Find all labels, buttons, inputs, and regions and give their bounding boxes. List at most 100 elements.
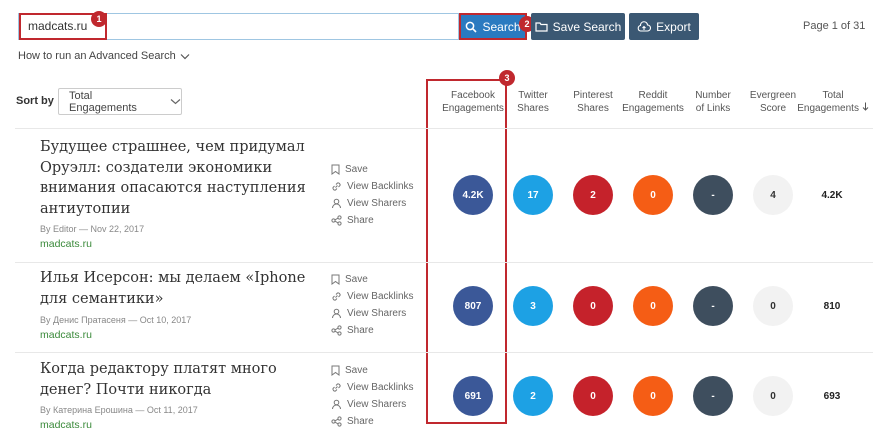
number-of-links-value: -	[693, 286, 733, 326]
total-engagements-value: 693	[823, 391, 841, 402]
save-action[interactable]: Save	[331, 362, 414, 379]
row-divider	[15, 352, 873, 353]
save-action[interactable]: Save	[331, 271, 414, 288]
row-divider	[15, 128, 873, 129]
reddit-engagements-value: 0	[633, 286, 673, 326]
view-backlinks-label: View Backlinks	[347, 181, 414, 192]
column-header-line: Number	[695, 90, 731, 101]
column-header-twitter[interactable]: Twitter Shares	[500, 89, 566, 115]
share-icon	[331, 215, 342, 226]
folder-icon	[535, 22, 548, 32]
evergreen-score-value: 0	[753, 286, 793, 326]
article-title-line: Будущее страшнее, чем придумал	[40, 139, 305, 155]
article-title-line: для семантики»	[40, 290, 164, 307]
article-domain[interactable]: madcats.ru	[40, 329, 92, 341]
arrow-down-icon	[862, 102, 869, 111]
save-search-button[interactable]: Save Search	[531, 13, 625, 40]
article-title-line: Илья Исерсон: мы делаем «Iphone	[40, 270, 306, 286]
export-label: Export	[656, 19, 691, 34]
view-sharers-action[interactable]: View Sharers	[331, 195, 414, 212]
article-title-line: антиутопии	[40, 200, 131, 217]
view-sharers-label: View Sharers	[347, 308, 407, 319]
column-header-reddit[interactable]: Reddit Engagements	[620, 89, 686, 115]
user-icon	[332, 308, 341, 319]
article-date: Nov 22, 2017	[90, 224, 145, 234]
link-icon	[332, 292, 341, 301]
column-header-line: Shares	[577, 103, 609, 114]
twitter-shares-value: 3	[513, 286, 553, 326]
article-title-line: внимания опасаются наступления	[40, 180, 306, 196]
save-action[interactable]: Save	[331, 161, 414, 178]
share-action[interactable]: Share	[331, 322, 414, 339]
total-engagements-value: 810	[823, 301, 841, 312]
sort-selected-value: Total Engagements	[69, 89, 137, 114]
view-sharers-action[interactable]: View Sharers	[331, 305, 414, 322]
article-title[interactable]: Будущее страшнее, чем придумал Оруэлл: с…	[40, 137, 315, 219]
share-icon	[331, 325, 342, 336]
view-sharers-label: View Sharers	[347, 399, 407, 410]
evergreen-score-value: 4	[753, 175, 793, 215]
reddit-engagements-value: 0	[633, 376, 673, 416]
share-action[interactable]: Share	[331, 413, 414, 430]
advanced-search-link[interactable]: How to run an Advanced Search	[18, 50, 190, 62]
article-byline: By Денис Пратасеня — Oct 10, 2017	[40, 315, 192, 325]
article-title[interactable]: Илья Исерсон: мы делаем «Iphone для сема…	[40, 268, 315, 309]
article-byline: By Editor — Nov 22, 2017	[40, 224, 145, 234]
article-author: By Editor	[40, 224, 77, 234]
column-header-line: Pinterest	[573, 90, 613, 101]
total-engagements-value: 4.2K	[821, 190, 843, 201]
export-button[interactable]: Export	[629, 13, 699, 40]
view-backlinks-action[interactable]: View Backlinks	[331, 379, 414, 396]
share-action-label: Share	[347, 215, 374, 226]
article-title-line: Оруэлл: создатели экономики	[40, 159, 273, 176]
view-backlinks-label: View Backlinks	[347, 382, 414, 393]
share-action-label: Share	[347, 416, 374, 427]
column-header-line: Engagements	[797, 103, 859, 114]
share-action[interactable]: Share	[331, 212, 414, 229]
advanced-search-label: How to run an Advanced Search	[18, 50, 176, 62]
bookmark-icon	[331, 164, 340, 175]
facebook-engagements-value: 807	[453, 286, 493, 326]
column-header-line: Engagements	[622, 103, 684, 114]
user-icon	[332, 198, 341, 209]
save-action-label: Save	[345, 164, 368, 175]
article-byline: By Катерина Ерошина — Oct 11, 2017	[40, 405, 198, 415]
number-of-links-value: -	[693, 175, 733, 215]
evergreen-score-value: 0	[753, 376, 793, 416]
view-backlinks-action[interactable]: View Backlinks	[331, 288, 414, 305]
column-header-pinterest[interactable]: Pinterest Shares	[560, 89, 626, 115]
view-sharers-action[interactable]: View Sharers	[331, 396, 414, 413]
share-icon	[331, 416, 342, 427]
article-title-line: денег? Почти никогда	[40, 381, 212, 398]
save-action-label: Save	[345, 274, 368, 285]
link-icon	[332, 383, 341, 392]
sort-select[interactable]: Total Engagements	[58, 88, 182, 115]
article-actions: Save View Backlinks View Sharers Share	[331, 271, 414, 339]
cloud-upload-icon	[637, 20, 652, 32]
bookmark-icon	[331, 365, 340, 376]
twitter-shares-value: 2	[513, 376, 553, 416]
chevron-down-icon	[170, 99, 181, 105]
view-backlinks-action[interactable]: View Backlinks	[331, 178, 414, 195]
annotation-badge-3: 3	[499, 70, 515, 86]
article-actions: Save View Backlinks View Sharers Share	[331, 161, 414, 229]
reddit-engagements-value: 0	[633, 175, 673, 215]
column-header-line: of Links	[695, 103, 731, 114]
article-domain[interactable]: madcats.ru	[40, 238, 92, 250]
article-title[interactable]: Когда редактору платят много денег? Почт…	[40, 359, 315, 400]
column-header-links[interactable]: Number of Links	[680, 89, 746, 115]
article-domain[interactable]: madcats.ru	[40, 419, 92, 431]
sort-label: Sort by	[16, 95, 54, 107]
link-icon	[332, 182, 341, 191]
column-header-total[interactable]: Total Engagements	[796, 89, 870, 115]
pinterest-shares-value: 2	[573, 175, 613, 215]
article-actions: Save View Backlinks View Sharers Share	[331, 362, 414, 430]
facebook-engagements-value: 691	[453, 376, 493, 416]
view-sharers-label: View Sharers	[347, 198, 407, 209]
article-title-line: Когда редактору платят много	[40, 361, 277, 377]
number-of-links-value: -	[693, 376, 733, 416]
chevron-down-icon	[180, 53, 190, 59]
annotation-box-2	[459, 13, 527, 40]
share-action-label: Share	[347, 325, 374, 336]
annotation-badge-1: 1	[91, 11, 107, 27]
